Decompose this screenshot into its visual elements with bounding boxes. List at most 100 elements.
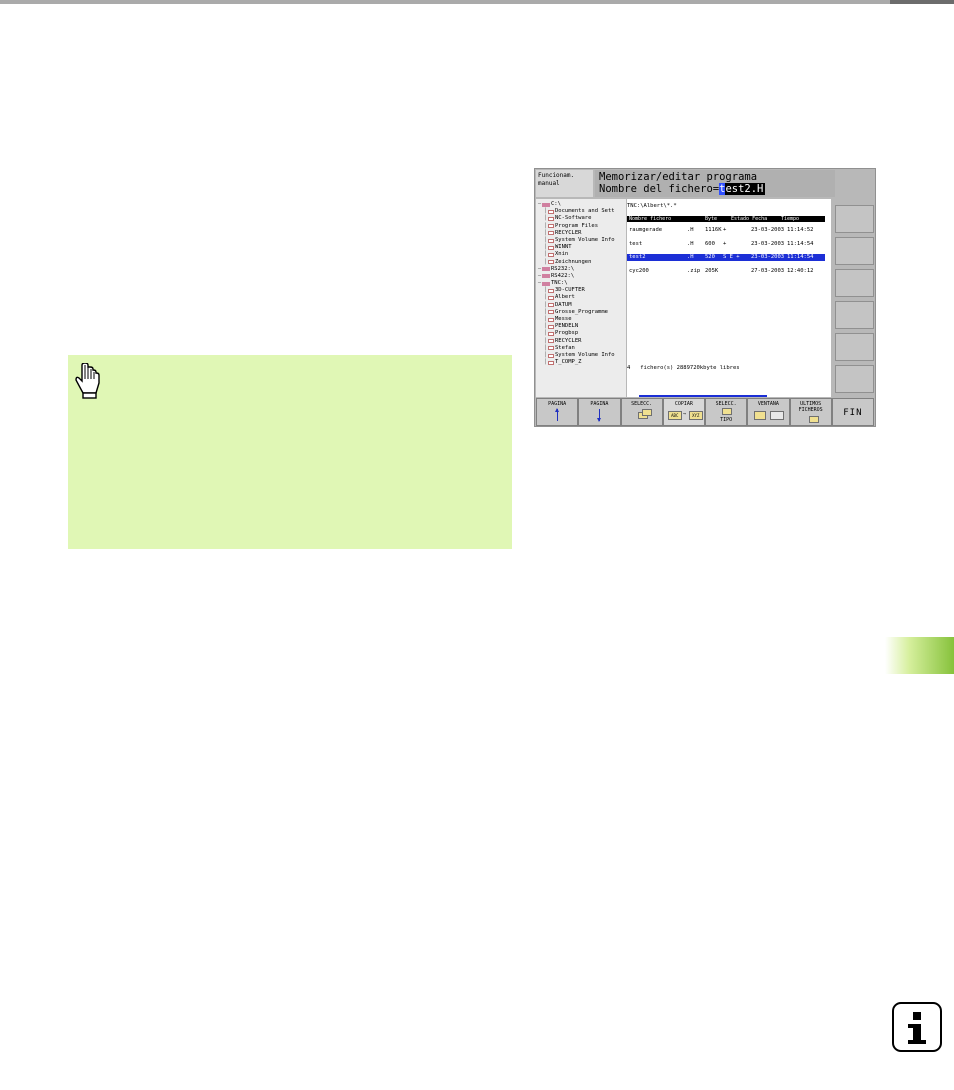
side-softkey[interactable] xyxy=(835,237,874,265)
softkey-window[interactable]: VENTANA xyxy=(747,398,790,426)
file-ext: .H xyxy=(687,227,694,233)
tree-label: Grosse_Programme xyxy=(555,308,608,315)
file-date: 23-03-2003 xyxy=(751,254,785,260)
file-row[interactable]: cyc200 .zip 205K 27-03-2003 12:40:12 xyxy=(627,268,825,275)
filename-prompt: Nombre del fichero= xyxy=(599,183,720,195)
softkey-page-down[interactable]: PAGINA xyxy=(578,398,621,426)
column-name: Nombre fichero xyxy=(629,216,672,222)
tree-folder[interactable]: │ Grosse_Programme xyxy=(536,309,626,316)
tree-folder[interactable]: │ System Volume Info xyxy=(536,237,626,244)
file-ext: .H xyxy=(687,240,694,247)
tree-folder[interactable]: │ Stefan xyxy=(536,345,626,352)
folder-icon xyxy=(548,324,554,329)
file-size: 520 xyxy=(705,254,715,260)
softkey-end[interactable]: FIN xyxy=(831,398,874,426)
folder-icon xyxy=(548,252,554,257)
file-status: + xyxy=(723,240,727,247)
softkey-recent-files[interactable]: ULTIMOS FICHEROS xyxy=(789,398,832,426)
tree-folder[interactable]: │ Documents and Sett xyxy=(536,208,626,215)
file-row[interactable]: raumgerade .H 1116K +23-03-2003 11:14:52 xyxy=(627,227,825,234)
file-time: 11:14:54 xyxy=(787,254,814,260)
file-time: 12:40:12 xyxy=(787,267,814,274)
filename-input[interactable]: test2.H xyxy=(719,183,766,195)
side-softkey[interactable] xyxy=(835,269,874,297)
tree-folder[interactable]: │ RECYCLER xyxy=(536,230,626,237)
arrow-up-icon xyxy=(555,408,559,421)
folder-icon xyxy=(548,296,554,301)
info-icon[interactable] xyxy=(892,1002,942,1052)
drive-icon xyxy=(542,202,550,207)
directory-tree[interactable]: ─ C:\ │ Documents and Sett │ NC-Software │ Prog… xyxy=(536,199,626,397)
folder-icon xyxy=(548,288,554,293)
tree-folder[interactable]: │ WINNT xyxy=(536,244,626,251)
tree-folder[interactable]: │ 3D-CUFTER xyxy=(536,287,626,294)
drive-icon xyxy=(542,267,550,272)
file-date: 27-03-2003 xyxy=(751,267,785,274)
tree-folder[interactable]: │ Xnin xyxy=(536,251,626,258)
folder-icon xyxy=(548,310,554,315)
tree-label: RECYCLER xyxy=(555,229,582,236)
folder-icon xyxy=(548,331,554,336)
tree-folder[interactable]: │ PENDELN xyxy=(536,323,626,330)
tree-label: C:\ xyxy=(551,201,561,207)
tree-drive[interactable]: ─ TNC:\ xyxy=(536,280,626,287)
softkey-bar: PAGINA PAGINA SELECC. COPIAR ABC → XYZ S… xyxy=(536,398,874,426)
folder-icon xyxy=(548,317,554,322)
file-ext: .zip xyxy=(687,267,701,274)
tree-label: RS232:\ xyxy=(551,265,575,272)
tree-drive[interactable]: ─ C:\ xyxy=(536,201,626,208)
file-status xyxy=(723,268,751,275)
top-rule xyxy=(0,0,954,4)
tree-label: Messe xyxy=(555,316,572,322)
tree-label: RECYCLER xyxy=(555,337,582,344)
file-type-icon xyxy=(722,408,732,415)
folder-icon xyxy=(548,231,554,236)
file-name: cyc200 xyxy=(629,267,649,274)
tree-folder[interactable]: │ DATUM xyxy=(536,302,626,309)
top-rule-accent xyxy=(890,0,954,4)
tree-folder[interactable]: │ RECYCLER xyxy=(536,338,626,345)
file-time: 11:14:54 xyxy=(787,240,814,247)
chapter-tab xyxy=(885,637,954,674)
file-date: 23-03-2003 xyxy=(751,227,785,233)
softkey-copy[interactable]: COPIAR ABC → XYZ xyxy=(662,398,705,426)
side-softkey[interactable] xyxy=(835,365,874,393)
softkey-select[interactable]: SELECC. xyxy=(620,398,663,426)
drive-icon xyxy=(542,274,550,279)
tree-folder[interactable]: │ NC-Software xyxy=(536,215,626,222)
current-path: TNC:\Albert\*.* xyxy=(627,203,677,209)
tree-folder[interactable]: │ Progbsp xyxy=(536,330,626,337)
tree-folder[interactable]: │ Albert xyxy=(536,294,626,301)
pointing-hand-icon xyxy=(75,363,100,399)
file-status: + xyxy=(723,227,727,233)
drive-icon xyxy=(542,281,550,286)
recent-files-icon xyxy=(808,416,819,423)
tree-folder[interactable]: │ T_COMP_Z xyxy=(536,359,626,366)
folder-icon xyxy=(548,224,554,229)
file-row[interactable]: test2 .H 520 S E + 23-03-2003 11:14:54 xyxy=(627,254,825,261)
tree-folder[interactable]: │ Messe xyxy=(536,316,626,323)
tree-label: System Volume Info xyxy=(555,236,615,243)
file-row[interactable]: test .H 600 +23-03-2003 11:14:54 xyxy=(627,241,825,248)
operating-mode-label: Funcionam. manual xyxy=(536,170,593,197)
side-softkey[interactable] xyxy=(835,333,874,361)
tree-label: Documents and Sett xyxy=(555,208,615,215)
softkey-select-type[interactable]: SELECC. TIPO xyxy=(705,398,748,426)
arrow-down-icon xyxy=(597,409,602,422)
softkey-page-up[interactable]: PAGINA xyxy=(536,398,579,426)
tree-folder[interactable]: │ System Volume Info xyxy=(536,352,626,359)
tree-drive[interactable]: ─ RS422:\ xyxy=(536,273,626,280)
tree-folder[interactable]: │ Program Files xyxy=(536,223,626,230)
abc-to-xyz-icon: ABC xyxy=(667,411,682,420)
folder-icon xyxy=(548,245,554,250)
side-softkey[interactable] xyxy=(835,301,874,329)
tree-label: System Volume Info xyxy=(555,351,615,358)
tree-drive[interactable]: ─ RS232:\ xyxy=(536,266,626,273)
file-list[interactable]: TNC:\Albert\*.* Nombre fichero Byte Esta… xyxy=(627,199,831,397)
file-name: test2 xyxy=(629,254,646,260)
tree-label: 3D-CUFTER xyxy=(555,287,585,294)
tree-folder[interactable]: │ Zeichnungen xyxy=(536,259,626,266)
side-softkey[interactable] xyxy=(835,205,874,233)
header-title: Memorizar/editar programa xyxy=(599,171,758,183)
file-time: 11:14:52 xyxy=(787,227,814,233)
